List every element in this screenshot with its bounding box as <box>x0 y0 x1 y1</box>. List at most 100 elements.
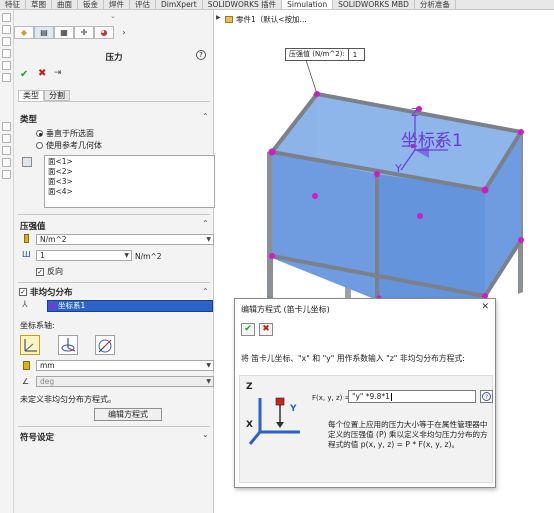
ok-button[interactable]: ✔ <box>20 69 28 80</box>
text-caret <box>390 393 392 401</box>
select-value: mm <box>40 361 55 370</box>
pressure-value-input[interactable]: 1 ▼ <box>36 250 132 261</box>
nonuniform-checkbox[interactable]: ✓ 非均匀分布 <box>19 286 73 298</box>
strip-icon[interactable] <box>2 37 11 46</box>
strip-icon[interactable] <box>2 25 11 34</box>
section-nonuniform-heading: 非均匀分布 <box>30 288 73 298</box>
axis-cylindrical-button[interactable] <box>58 335 78 355</box>
ribbon-tab[interactable]: 特征 <box>0 0 26 9</box>
equation-input[interactable]: "y" *9.8*1 <box>348 390 476 403</box>
list-item[interactable]: 面<1> <box>48 157 211 167</box>
chevron-down-icon: ▼ <box>124 252 129 259</box>
strip-icon[interactable] <box>2 122 11 131</box>
front-panel-left <box>272 152 377 300</box>
tab-split[interactable]: 分割 <box>44 90 70 101</box>
checkbox-label: 反向 <box>47 267 63 276</box>
ribbon-tab[interactable]: 钣金 <box>78 0 104 9</box>
axis-rectangular-button[interactable] <box>20 335 40 355</box>
reverse-checkbox[interactable]: ✓ 反向 <box>36 266 63 277</box>
dialog-ok-button[interactable]: ✔ <box>241 323 255 336</box>
ribbon-tab[interactable]: 草图 <box>26 0 52 9</box>
input-value: 1 <box>40 251 45 260</box>
rectangular-axis-icon <box>24 339 37 352</box>
collapse-icon[interactable]: ⌃ <box>202 287 209 296</box>
list-item[interactable]: 面<4> <box>48 187 211 197</box>
spherical-axis-icon <box>98 339 112 353</box>
close-icon[interactable]: ✕ <box>481 302 489 312</box>
ribbon-tab[interactable]: 分析准备 <box>415 0 456 9</box>
value-unit-label: N/m^2 <box>135 252 162 261</box>
section-type-heading[interactable]: 类型 <box>20 113 37 125</box>
diagram-x-label: X <box>246 420 253 430</box>
help-icon[interactable]: ? <box>196 50 206 60</box>
strip-icon[interactable] <box>2 13 11 22</box>
strip-icon[interactable] <box>2 158 11 167</box>
length-unit-icon <box>23 361 30 370</box>
undefined-equation-note: 未定义非均匀分布方程式。 <box>20 395 116 404</box>
checkbox-box[interactable]: ✓ <box>36 267 44 276</box>
select-value: N/m^2 <box>40 235 67 244</box>
more-manager-icon[interactable]: › <box>114 26 134 39</box>
divider <box>18 101 210 102</box>
equation-help-button[interactable]: ? <box>480 390 493 403</box>
angle-unit-select: deg ▼ <box>36 376 214 387</box>
cancel-button[interactable]: ✖ <box>38 68 46 79</box>
list-item[interactable]: 面<3> <box>48 177 211 187</box>
side-icon-strip <box>0 10 14 513</box>
list-item[interactable]: 面<2> <box>48 167 211 177</box>
radio-dot[interactable] <box>36 142 43 149</box>
strip-icon[interactable] <box>2 49 11 58</box>
strip-icon[interactable] <box>2 73 11 82</box>
ribbon-tab[interactable]: 曲面 <box>52 0 78 9</box>
panel-grip-icon[interactable]: ⌄ <box>110 12 116 20</box>
radio-reference-geometry[interactable]: 使用参考几何体 <box>36 140 102 151</box>
ribbon-tab[interactable]: 焊件 <box>104 0 130 9</box>
chevron-down-icon: ▼ <box>206 378 211 385</box>
coord-axis-label: 坐标系轴: <box>20 321 55 330</box>
coordinate-system-icon: ⅄ <box>22 300 28 310</box>
dimxpert-manager-icon[interactable]: ✛ <box>74 26 94 39</box>
divider <box>18 426 210 427</box>
face-selection-list[interactable]: 面<1> 面<2> 面<3> 面<4> <box>44 155 215 208</box>
expand-icon[interactable]: ⌄ <box>202 430 209 439</box>
divider <box>18 214 210 215</box>
ribbon-tab[interactable]: 评估 <box>130 0 156 9</box>
length-unit-select[interactable]: mm ▼ <box>36 360 214 371</box>
axis-spherical-button[interactable] <box>95 335 115 355</box>
pressure-callout[interactable]: 压强值 (N/m^2): 1 <box>285 48 365 61</box>
equation-text: "y" *9.8*1 <box>352 392 390 401</box>
axis-z-label: Z <box>411 106 419 119</box>
callout-label: 压强值 (N/m^2): <box>286 49 349 60</box>
ribbon-tab[interactable]: SOLIDWORKS 插件 <box>203 0 283 9</box>
collapse-icon[interactable]: ⌃ <box>202 112 209 121</box>
pin-icon[interactable]: ⇥ <box>54 68 62 78</box>
axis-diagram-icon <box>248 397 300 445</box>
dialog-cancel-button[interactable]: ✖ <box>259 323 273 336</box>
strip-icon[interactable] <box>2 61 11 70</box>
radio-dot[interactable] <box>36 130 43 137</box>
property-manager-icon[interactable]: ▤ <box>34 26 54 39</box>
angle-unit-icon: ∠ <box>22 377 30 386</box>
page-title: 压力 <box>105 53 123 63</box>
ribbon-tab[interactable]: DimXpert <box>156 0 203 9</box>
ribbon-tab[interactable]: SOLIDWORKS MBD <box>333 0 415 9</box>
divider <box>18 282 210 283</box>
checkbox-box[interactable]: ✓ <box>19 288 27 296</box>
strip-icon[interactable] <box>2 134 11 143</box>
configuration-manager-icon[interactable]: ▦ <box>54 26 74 39</box>
display-manager-icon[interactable]: ◕ <box>94 26 114 39</box>
section-symbol-heading[interactable]: 符号设定 <box>20 431 54 443</box>
edit-equation-button[interactable]: 编辑方程式 <box>94 408 162 421</box>
feature-manager-icon[interactable]: ◆ <box>14 26 34 39</box>
tab-type[interactable]: 类型 <box>18 90 44 101</box>
collapse-icon[interactable]: ⌃ <box>202 219 209 228</box>
dialog-equation-panel: Z Y X F(x, y, z) = "y" *9.8*1 ? 每个位置上应用的… <box>239 375 493 483</box>
coordinate-system-field[interactable]: 坐标系1 <box>47 300 213 312</box>
pressure-unit-select[interactable]: N/m^2 ▼ <box>36 234 214 245</box>
strip-icon[interactable] <box>2 146 11 155</box>
section-pressure-heading[interactable]: 压强值 <box>20 220 46 232</box>
strip-icon[interactable] <box>2 170 11 179</box>
radio-normal-to-face[interactable]: 垂直于所选面 <box>36 128 94 139</box>
ribbon-tab[interactable]: Simulation <box>282 0 334 9</box>
pressure-value-icon: Ш <box>22 250 31 259</box>
